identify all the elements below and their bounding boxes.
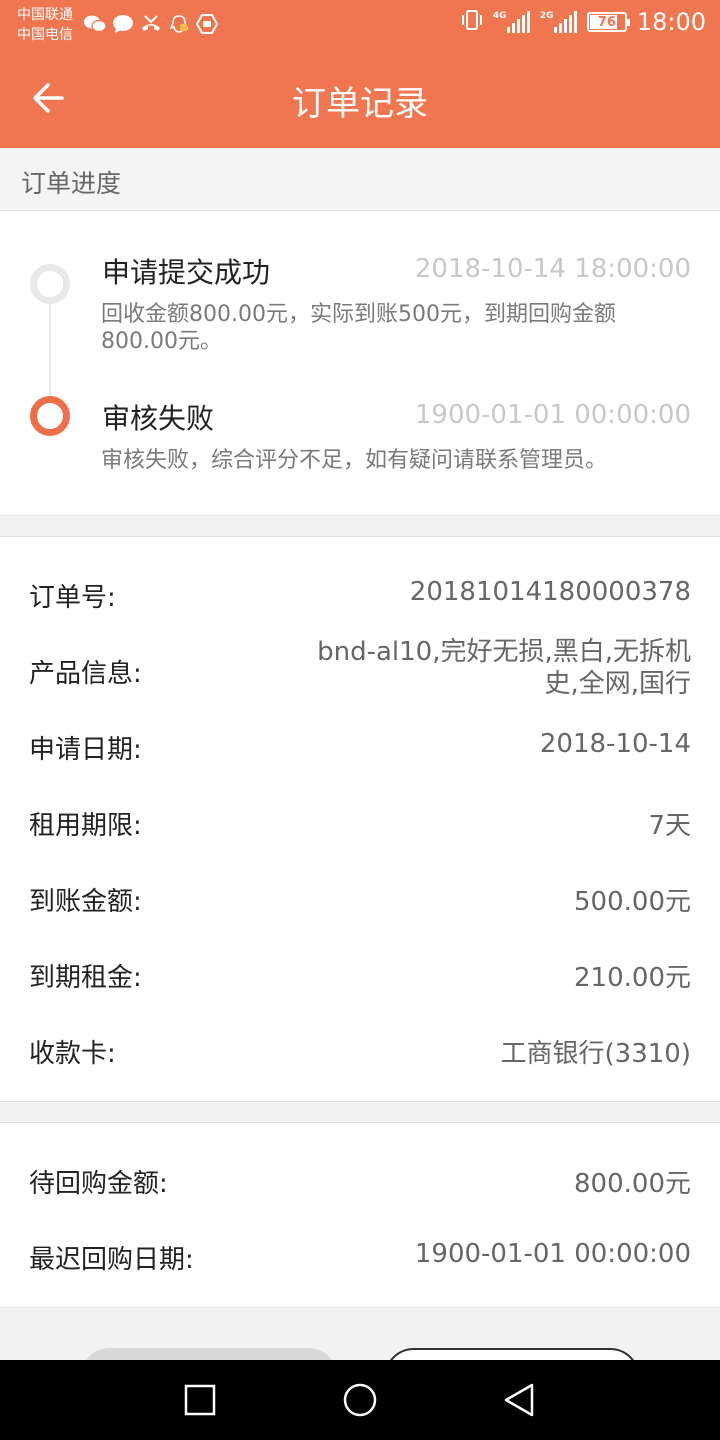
missed-call-icon xyxy=(140,14,162,34)
detail-label: 到期租金: xyxy=(29,963,142,993)
page-title: 订单记录 xyxy=(292,84,428,124)
status-right: 4G 2G 76 18:00 xyxy=(461,8,706,36)
timeline-step-desc: 审核失败，综合评分不足，如有疑问请联系管理员。 xyxy=(101,448,608,473)
timeline-step-desc: 回收金额800.00元，实际到账500元，到期回购金额800.00元。 xyxy=(101,302,616,354)
detail-value: 20181014180000378 xyxy=(409,577,691,607)
home-icon[interactable] xyxy=(340,1380,380,1420)
system-nav-bar xyxy=(0,1360,720,1440)
detail-value: 500.00元 xyxy=(574,887,691,917)
status-bar: 中国联通 中国电信 4G 2G 76 18:00 xyxy=(0,0,720,48)
detail-label: 租用期限: xyxy=(29,811,142,841)
detail-value: 800.00元 xyxy=(574,1169,691,1199)
timeline-step-time: 2018-10-14 18:00:00 xyxy=(414,254,691,284)
section-title: 订单进度 xyxy=(21,169,122,198)
detail-label: 申请日期: xyxy=(29,735,142,765)
signal-4g-icon: 4G xyxy=(493,11,530,33)
detail-label: 订单号: xyxy=(29,583,116,613)
carrier-1: 中国联通 xyxy=(17,7,73,23)
net-type-1: 4G xyxy=(492,11,507,21)
detail-label: 最迟回购日期: xyxy=(29,1245,194,1275)
timeline-step-time: 1900-01-01 00:00:00 xyxy=(414,400,691,430)
repurchase-card xyxy=(0,1122,720,1308)
detail-label: 收款卡: xyxy=(29,1039,116,1069)
qq-icon xyxy=(168,14,190,34)
recent-apps-icon[interactable] xyxy=(180,1380,220,1420)
detail-value: 1900-01-01 00:00:00 xyxy=(414,1239,691,1269)
battery-icon: 76 xyxy=(586,12,630,32)
detail-value: 工商银行(3310) xyxy=(500,1039,691,1069)
carrier-names: 中国联通 中国电信 xyxy=(17,5,73,45)
vibrate-icon xyxy=(461,9,483,35)
detail-value: 210.00元 xyxy=(574,963,691,993)
timeline-dot-current xyxy=(30,396,70,436)
detail-value: 2018-10-14 xyxy=(539,729,691,759)
net-type-2: 2G xyxy=(539,11,554,21)
timeline-dot-done xyxy=(30,264,70,304)
back-icon[interactable] xyxy=(500,1380,540,1420)
top-bar: 中国联通 中国电信 4G 2G 76 18:00 订单记录 xyxy=(0,0,720,148)
detail-value: 7天 xyxy=(648,811,691,841)
detail-label: 待回购金额: xyxy=(29,1169,168,1199)
detail-label: 产品信息: xyxy=(29,659,142,689)
notification-icons xyxy=(84,14,218,34)
timeline-step-title: 审核失败 xyxy=(102,402,215,435)
message-icon xyxy=(112,14,134,34)
clock: 18:00 xyxy=(636,8,706,36)
wechat-icon xyxy=(84,14,106,34)
signal-2g-icon: 2G xyxy=(540,11,577,33)
timeline-step-title: 申请提交成功 xyxy=(102,256,271,289)
detail-label: 到账金额: xyxy=(29,887,142,917)
battery-level: 76 xyxy=(597,14,616,30)
section-header: 订单进度 xyxy=(0,148,720,211)
carrier-2: 中国电信 xyxy=(17,27,73,43)
detail-value: bnd-al10,完好无损,黑白,无拆机史,全网,国行 xyxy=(317,637,691,699)
app-icon xyxy=(196,14,218,34)
